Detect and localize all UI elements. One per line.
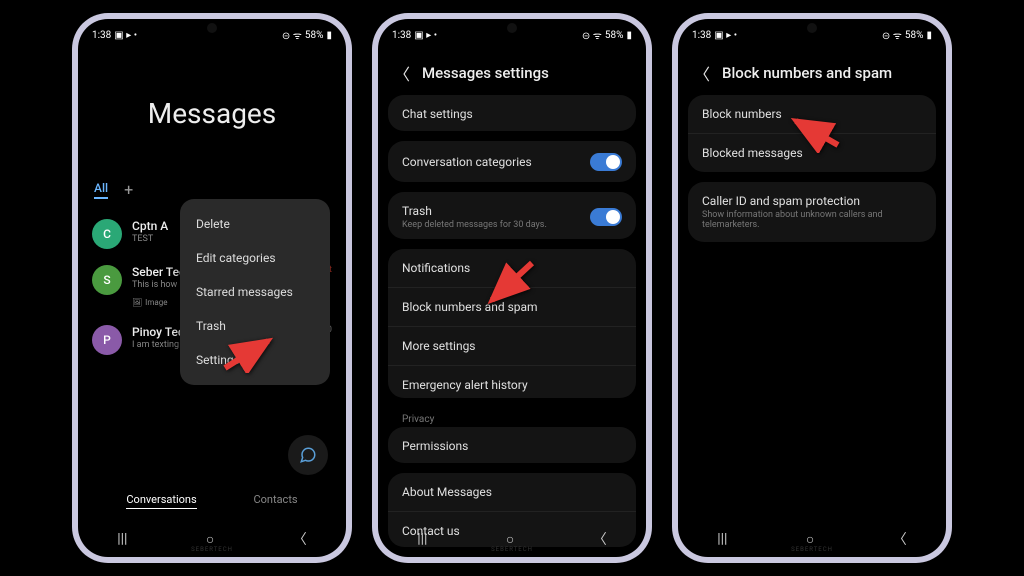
nav-back[interactable]: 〈: [293, 529, 307, 549]
avatar: P: [92, 325, 122, 355]
nav-home[interactable]: ○: [506, 531, 514, 548]
page-title: Block numbers and spam: [722, 64, 892, 82]
row-blocked-messages[interactable]: Blocked messages: [688, 134, 936, 172]
clock: 1:38: [92, 30, 111, 41]
image-icon: 🖼: [132, 298, 142, 307]
page-title: Messages: [88, 97, 336, 130]
watermark: SEBERTECH: [791, 546, 833, 553]
menu-starred[interactable]: Starred messages: [180, 275, 330, 309]
row-notifications[interactable]: Notifications: [388, 249, 636, 288]
row-block-spam[interactable]: Block numbers and spam: [388, 288, 636, 327]
row-about[interactable]: About Messages: [388, 473, 636, 512]
phone-3: 1:38▣ ▸ • ⊝ ᯤ58%▮ 〈 Block numbers and sp…: [672, 13, 952, 563]
row-chat-settings[interactable]: Chat settings: [388, 95, 636, 131]
row-caller-id[interactable]: Caller ID and spam protectionShow inform…: [688, 182, 936, 242]
context-menu: Delete Edit categories Starred messages …: [180, 199, 330, 385]
menu-settings[interactable]: Settings: [180, 343, 330, 377]
menu-delete[interactable]: Delete: [180, 207, 330, 241]
row-block-numbers[interactable]: Block numbers: [688, 95, 936, 134]
tab-all[interactable]: All: [94, 181, 108, 199]
back-icon[interactable]: 〈: [394, 61, 410, 85]
battery: 58%: [305, 30, 324, 41]
row-trash[interactable]: TrashKeep deleted messages for 30 days.: [388, 192, 636, 240]
toggle-switch[interactable]: [590, 208, 622, 226]
nav-home[interactable]: ○: [806, 531, 814, 548]
nav-back[interactable]: 〈: [593, 529, 607, 549]
camera-notch: [507, 23, 517, 33]
wifi-icon: ⊝ ᯤ: [282, 28, 302, 42]
nav-back[interactable]: 〈: [893, 529, 907, 549]
menu-trash[interactable]: Trash: [180, 309, 330, 343]
camera-notch: [807, 23, 817, 33]
watermark: SEBERTECH: [491, 546, 533, 553]
watermark: SEBERTECH: [191, 546, 233, 553]
camera-notch: [207, 23, 217, 33]
avatar: S: [92, 265, 122, 295]
avatar: C: [92, 219, 122, 249]
nav-home[interactable]: ○: [206, 531, 214, 548]
row-more-settings[interactable]: More settings: [388, 327, 636, 366]
phone-2: 1:38▣ ▸ • ⊝ ᯤ58%▮ 〈 Messages settings Ch…: [372, 13, 652, 563]
row-conv-categories[interactable]: Conversation categories: [388, 141, 636, 181]
tab-conversations[interactable]: Conversations: [126, 493, 196, 509]
back-icon[interactable]: 〈: [694, 61, 710, 85]
status-icon: ▣ ▸ •: [114, 30, 137, 41]
chat-icon: [299, 446, 317, 464]
row-permissions[interactable]: Permissions: [388, 427, 636, 463]
tab-contacts[interactable]: Contacts: [253, 493, 297, 509]
page-title: Messages settings: [422, 64, 549, 82]
row-emergency[interactable]: Emergency alert history: [388, 366, 636, 397]
menu-edit-categories[interactable]: Edit categories: [180, 241, 330, 275]
battery-icon: ▮: [326, 30, 332, 41]
section-privacy: Privacy: [388, 408, 636, 427]
nav-recents[interactable]: |||: [717, 531, 727, 547]
nav-recents[interactable]: |||: [117, 531, 127, 547]
nav-recents[interactable]: |||: [417, 531, 427, 547]
toggle-switch[interactable]: [590, 153, 622, 171]
compose-fab[interactable]: [288, 435, 328, 475]
phone-1: 1:38 ▣ ▸ • ⊝ ᯤ 58% ▮ Messages All + C Cp…: [72, 13, 352, 563]
tab-add-icon[interactable]: +: [124, 180, 133, 199]
